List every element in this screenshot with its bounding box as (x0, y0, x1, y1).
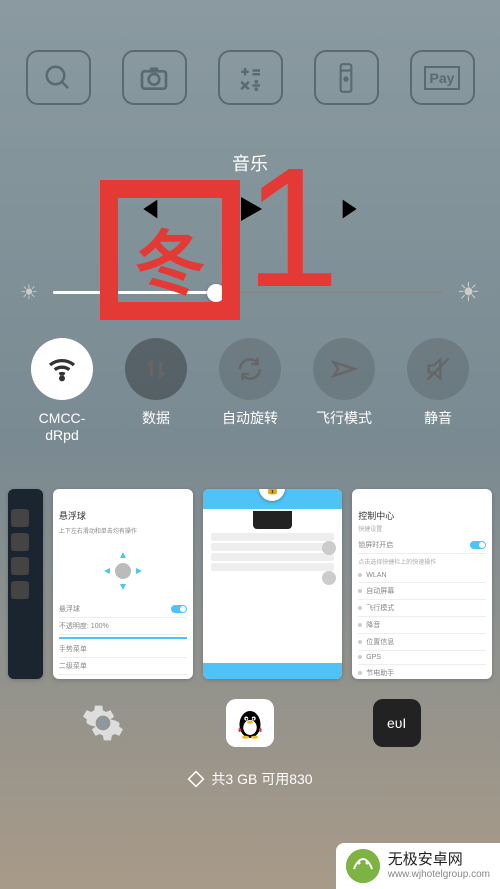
wifi-label: CMCC-dRpd (22, 410, 102, 444)
card4-r2: 点击选择快捷栏上的快速操作 (358, 554, 486, 569)
card4-i1: 自动屏幕 (366, 586, 394, 596)
recent-apps-row: 悬浮球 上下左右滑动和单击均有操作 悬浮球 不透明度: 100% 手势菜单 二级… (0, 459, 500, 689)
card2-title: 悬浮球 (59, 509, 187, 522)
card2-r2: 不透明度: 100% (59, 621, 109, 631)
card4-i6: 节电助手 (366, 668, 394, 678)
top-shortcuts-row: Pay (0, 0, 500, 125)
watermark-url: www.wjhotelgroup.com (388, 869, 490, 880)
storage-text: 共3 GB 可用830 (211, 769, 312, 789)
eui-app-icon[interactable]: eυI (373, 699, 421, 747)
recent-app-card-1[interactable] (8, 489, 43, 679)
card4-i3: 降音 (366, 620, 380, 630)
brightness-thumb[interactable] (207, 284, 225, 302)
wifi-icon (46, 353, 78, 385)
storage-info[interactable]: 共3 GB 可用830 (0, 757, 500, 801)
search-icon (43, 63, 73, 93)
card4-i0: WLAN (366, 572, 386, 579)
music-title: 音乐 (20, 150, 480, 176)
airplane-icon (330, 355, 358, 383)
search-shortcut[interactable] (26, 50, 91, 105)
penguin-icon (232, 705, 268, 741)
play-icon[interactable] (232, 191, 268, 227)
previous-track-icon[interactable] (134, 195, 162, 223)
pay-icon: Pay (424, 66, 461, 90)
mute-icon-circle (407, 338, 469, 400)
mute-toggle[interactable]: 静音 (398, 338, 478, 444)
dock-row: eυI (0, 689, 500, 757)
wifi-toggle[interactable]: CMCC-dRpd (22, 338, 102, 444)
clear-all-icon (187, 770, 205, 788)
card2-r4: 二级菜单 (59, 661, 87, 671)
flashlight-shortcut[interactable] (314, 50, 379, 105)
data-icon (142, 355, 170, 383)
rotate-icon (235, 354, 265, 384)
qq-app-icon[interactable] (226, 699, 274, 747)
watermark-logo-icon (346, 849, 380, 883)
data-icon-circle (125, 338, 187, 400)
rotate-toggle[interactable]: 自动旋转 (210, 338, 290, 444)
card4-r1: 锁屏时开启 (358, 540, 393, 550)
gear-icon (81, 701, 125, 745)
eui-icon-label: eυI (387, 715, 406, 731)
next-track-icon[interactable] (338, 195, 366, 223)
calculator-icon (235, 63, 265, 93)
card4-i4: 位置信息 (366, 637, 394, 647)
card4-title: 控制中心 (358, 509, 486, 522)
airplane-label: 飞行模式 (316, 410, 372, 427)
card4-i2: 飞行模式 (366, 603, 394, 613)
wifi-icon-circle (31, 338, 93, 400)
music-widget: 音乐 (0, 125, 500, 277)
rotate-icon-circle (219, 338, 281, 400)
flashlight-icon (333, 62, 359, 94)
pay-shortcut[interactable]: Pay (410, 50, 475, 105)
watermark: 无极安卓网 www.wjhotelgroup.com (336, 843, 500, 889)
airplane-toggle[interactable]: 飞行模式 (304, 338, 384, 444)
data-label: 数据 (142, 410, 170, 427)
brightness-high-icon: ☀ (457, 277, 480, 308)
card4-sub: 快捷设置 (358, 524, 486, 533)
card2-hint: 上下左右滑动和单击均有操作 (59, 526, 187, 535)
brightness-low-icon: ☀ (20, 280, 38, 305)
camera-shortcut[interactable] (122, 50, 187, 105)
mute-icon (424, 355, 452, 383)
watermark-title: 无极安卓网 (388, 852, 490, 869)
music-controls (20, 191, 480, 227)
airplane-icon-circle (313, 338, 375, 400)
camera-icon (138, 62, 170, 94)
brightness-slider-row: ☀ ☀ (0, 277, 500, 308)
mute-label: 静音 (424, 410, 452, 427)
lock-icon: 🔒 (265, 489, 280, 495)
recent-app-card-4[interactable]: 控制中心 快捷设置 锁屏时开启 点击选择快捷栏上的快速操作 WLAN 自动屏幕 … (352, 489, 492, 679)
card2-r1: 悬浮球 (59, 604, 80, 614)
brightness-slider[interactable] (53, 291, 442, 294)
calculator-shortcut[interactable] (218, 50, 283, 105)
card4-i5: GPS (366, 654, 381, 661)
recent-app-card-2[interactable]: 悬浮球 上下左右滑动和单击均有操作 悬浮球 不透明度: 100% 手势菜单 二级… (53, 489, 193, 679)
settings-app-icon[interactable] (79, 699, 127, 747)
data-toggle[interactable]: 数据 (116, 338, 196, 444)
quick-toggles-row: CMCC-dRpd 数据 自动旋转 飞行模式 静音 (0, 308, 500, 459)
rotate-label: 自动旋转 (222, 410, 278, 427)
card2-r3: 手势菜单 (59, 644, 87, 654)
recent-app-card-3[interactable]: 🔒 (203, 489, 343, 679)
